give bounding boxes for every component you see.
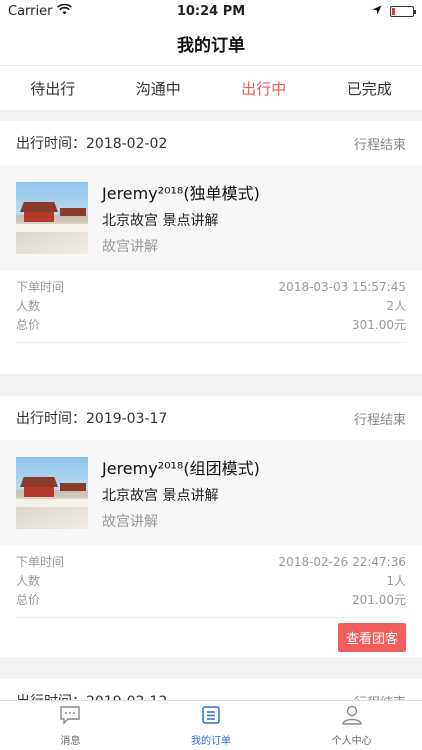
order-time-label: 下单时间	[16, 555, 65, 569]
forbidden-city-thumbnail	[16, 457, 88, 529]
total-label: 总价	[16, 318, 41, 332]
total-value: 301.00元	[352, 318, 406, 332]
departure-date: 出行时间：2019-03-17	[16, 411, 168, 427]
departure-date: 出行时间：2018-02-02	[16, 136, 168, 152]
product-summary[interactable]: Jeremy²⁰¹⁸(组团模式) 北京故宫 景点讲解 故宫讲解	[0, 440, 422, 546]
message-icon	[59, 705, 81, 729]
forbidden-city-thumbnail	[16, 182, 88, 254]
order-time-value: 2018-02-26 22:47:36	[278, 554, 406, 569]
product-subtitle: 北京故宫 景点讲解	[102, 213, 219, 229]
order-list-icon	[201, 705, 221, 729]
card-footer	[16, 342, 406, 374]
location-arrow-icon	[372, 4, 382, 19]
product-description: 故宫讲解	[102, 239, 158, 255]
tabbar-label: 消息	[60, 735, 81, 747]
order-time-value: 2018-03-03 15:57:45	[278, 279, 406, 294]
battery-icon	[390, 5, 416, 17]
tabbar-item-profile[interactable]: 个人中心	[281, 701, 422, 750]
order-card[interactable]: 出行时间：2019-03-17 行程结束 Jeremy²⁰¹⁸(组团模式) 北京…	[0, 396, 422, 657]
tab-completed[interactable]: 已完成	[317, 66, 422, 110]
tabbar-item-messages[interactable]: 消息	[0, 701, 141, 750]
order-card[interactable]: 出行时间：2019-02-12 行程结束	[0, 679, 422, 700]
order-time-label: 下单时间	[16, 280, 65, 294]
product-title: Jeremy²⁰¹⁸(组团模式)	[102, 459, 260, 478]
tabbar-item-orders[interactable]: 我的订单	[141, 701, 282, 750]
wifi-icon	[57, 3, 73, 19]
card-footer: 查看团客	[16, 617, 406, 657]
order-status: 行程结束	[353, 412, 406, 428]
tabbar-label: 个人中心	[331, 735, 372, 747]
product-description: 故宫讲解	[102, 514, 158, 530]
tabbar-label: 我的订单	[191, 735, 231, 747]
people-value: 2人	[386, 299, 406, 313]
people-label: 人数	[16, 574, 41, 588]
total-label: 总价	[16, 593, 41, 607]
order-list[interactable]: 出行时间：2018-02-02 行程结束 Jeremy²⁰¹⁸(独单模式) 北京…	[0, 110, 422, 700]
product-subtitle: 北京故宫 景点讲解	[102, 488, 219, 504]
bottom-tab-bar: 消息 我的订单 个人中心	[0, 700, 422, 750]
tab-communicating[interactable]: 沟通中	[106, 66, 212, 110]
page-title: 我的订单	[177, 36, 245, 56]
tab-traveling[interactable]: 出行中	[211, 66, 317, 110]
total-value: 201.00元	[352, 593, 406, 607]
order-status: 行程结束	[353, 137, 406, 153]
tab-pending[interactable]: 待出行	[0, 66, 106, 110]
order-status-tabs: 待出行 沟通中 出行中 已完成	[0, 66, 422, 110]
people-label: 人数	[16, 299, 41, 313]
clock: 10:24 PM	[176, 3, 246, 19]
person-icon	[341, 705, 363, 729]
order-card[interactable]: 出行时间：2018-02-02 行程结束 Jeremy²⁰¹⁸(独单模式) 北京…	[0, 121, 422, 374]
view-group-members-button[interactable]: 查看团客	[337, 623, 406, 652]
navigation-bar: 我的订单	[0, 22, 422, 66]
people-value: 1人	[386, 574, 406, 588]
status-bar: Carrier 10:24 PM	[0, 0, 422, 22]
product-title: Jeremy²⁰¹⁸(独单模式)	[102, 184, 260, 203]
carrier-label: Carrier	[8, 3, 53, 19]
departure-date: 出行时间：2019-02-12	[16, 691, 167, 700]
order-status: 行程结束	[354, 692, 406, 701]
product-summary[interactable]: Jeremy²⁰¹⁸(独单模式) 北京故宫 景点讲解 故宫讲解	[0, 165, 422, 271]
